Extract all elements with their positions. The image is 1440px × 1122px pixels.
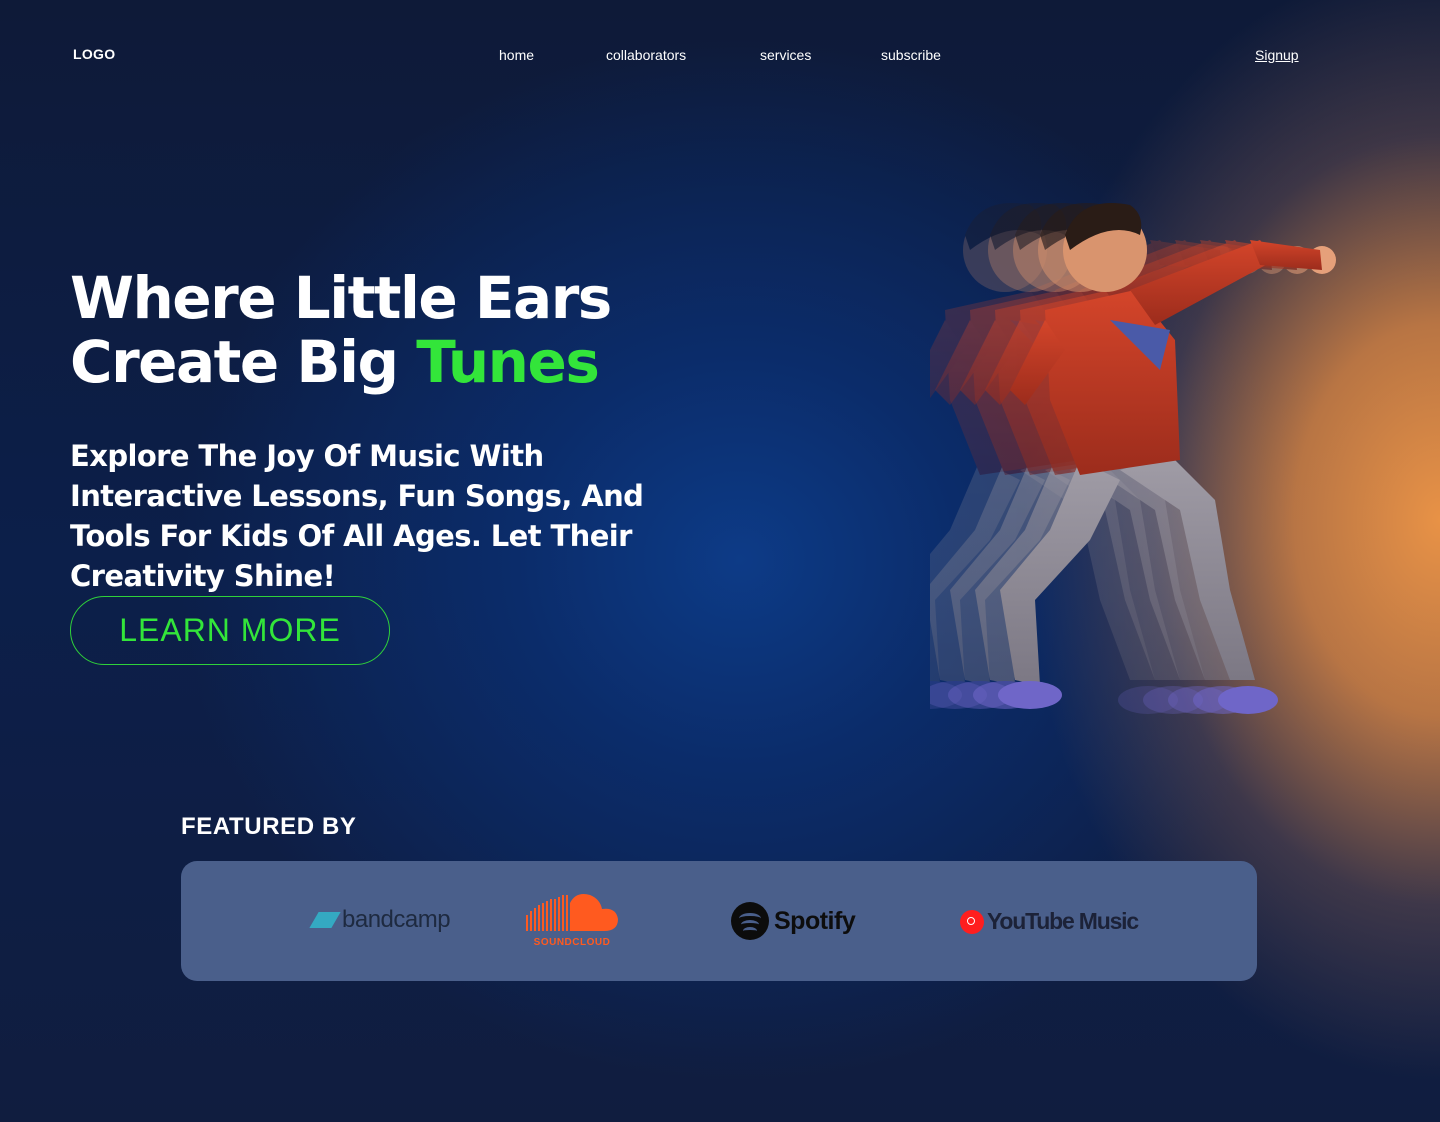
youtube-music-wordmark: YouTube Music — [987, 908, 1139, 934]
bandcamp-icon — [309, 912, 341, 928]
soundcloud-icon — [526, 894, 618, 931]
hero-title-line2: Create Big — [70, 328, 417, 396]
hero-title-line1: Where Little Ears — [70, 264, 612, 332]
featured-by-label: FEATURED BY — [181, 813, 357, 840]
learn-more-button[interactable]: LEARN MORE — [70, 596, 390, 665]
spotify-wordmark: Spotify — [774, 906, 856, 935]
youtube-music-logo[interactable]: YouTube Music — [960, 908, 1139, 935]
signup-link[interactable]: Signup — [1255, 47, 1299, 63]
soundcloud-wordmark: SOUNDCLOUD — [533, 937, 611, 948]
logo[interactable]: LOGO — [73, 46, 115, 62]
spotify-logo[interactable]: Spotify — [731, 902, 856, 940]
hero-title: Where Little Ears Create Big Tunes — [70, 264, 612, 396]
hero-subtitle: Explore The Joy Of Music With Interactiv… — [70, 439, 644, 593]
nav-link-home[interactable]: home — [499, 47, 534, 63]
nav-link-services[interactable]: services — [760, 47, 811, 63]
soundcloud-logo[interactable]: SOUNDCLOUD — [524, 891, 620, 948]
featured-logos-panel: bandcamp SOUNDCLOUD Spotify YouTube Musi… — [181, 861, 1257, 981]
top-nav: LOGO home collaborators services subscri… — [0, 0, 1440, 110]
hero-title-accent: Tunes — [416, 328, 600, 396]
nav-link-collaborators[interactable]: collaborators — [606, 47, 686, 63]
bandcamp-logo[interactable]: bandcamp — [308, 906, 451, 934]
spotify-icon — [731, 902, 769, 940]
dancing-kid-image — [930, 203, 1336, 714]
bandcamp-wordmark: bandcamp — [342, 906, 451, 933]
nav-link-subscribe[interactable]: subscribe — [881, 47, 941, 63]
youtube-music-icon — [960, 909, 984, 934]
